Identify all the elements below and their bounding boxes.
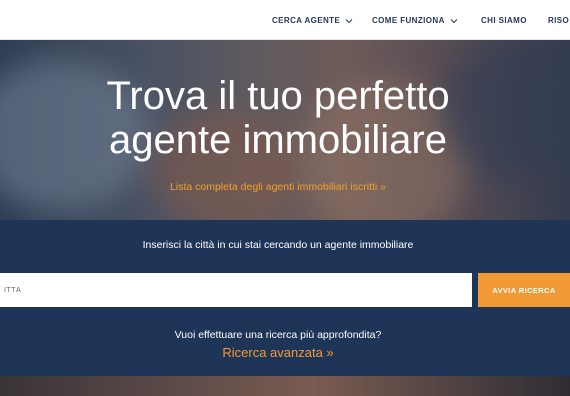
nav-item-label: CERCA AGENTE xyxy=(272,16,341,25)
advanced-search-link[interactable]: Ricerca avanzata » xyxy=(0,345,556,360)
hero-title: Trova il tuo perfetto agente immobiliare xyxy=(106,74,450,162)
chevron-down-icon xyxy=(450,18,458,23)
search-prompt: Inserisci la città in cui stai cercando … xyxy=(142,239,414,251)
nav-item-label: CHI SIAMO xyxy=(481,16,527,25)
nav-item-cerca-agente[interactable]: CERCA AGENTE xyxy=(272,16,353,25)
search-button[interactable]: AVVIA RICERCA xyxy=(478,273,570,307)
nav-item-label: RISO xyxy=(548,16,570,25)
chevron-down-icon xyxy=(345,18,353,23)
search-section: Inserisci la città in cui stai cercando … xyxy=(0,220,570,376)
advanced-search-question: Vuoi effettuare una ricerca più approfon… xyxy=(174,329,382,341)
nav-item-label: COME FUNZIONA xyxy=(372,16,445,25)
footer-image-strip xyxy=(0,376,570,396)
top-navigation-bar: CERCA AGENTE COME FUNZIONA CHI SIAMO RIS… xyxy=(0,0,570,40)
city-search-input[interactable] xyxy=(0,273,472,307)
nav-item-risorse[interactable]: RISO xyxy=(548,16,569,25)
agents-list-link[interactable]: Lista completa degli agenti immobiliari … xyxy=(0,181,556,193)
nav-item-chi-siamo[interactable]: CHI SIAMO xyxy=(481,16,527,25)
nav-item-come-funziona[interactable]: COME FUNZIONA xyxy=(372,16,458,25)
hero-banner: Trova il tuo perfetto agente immobiliare… xyxy=(0,40,570,220)
